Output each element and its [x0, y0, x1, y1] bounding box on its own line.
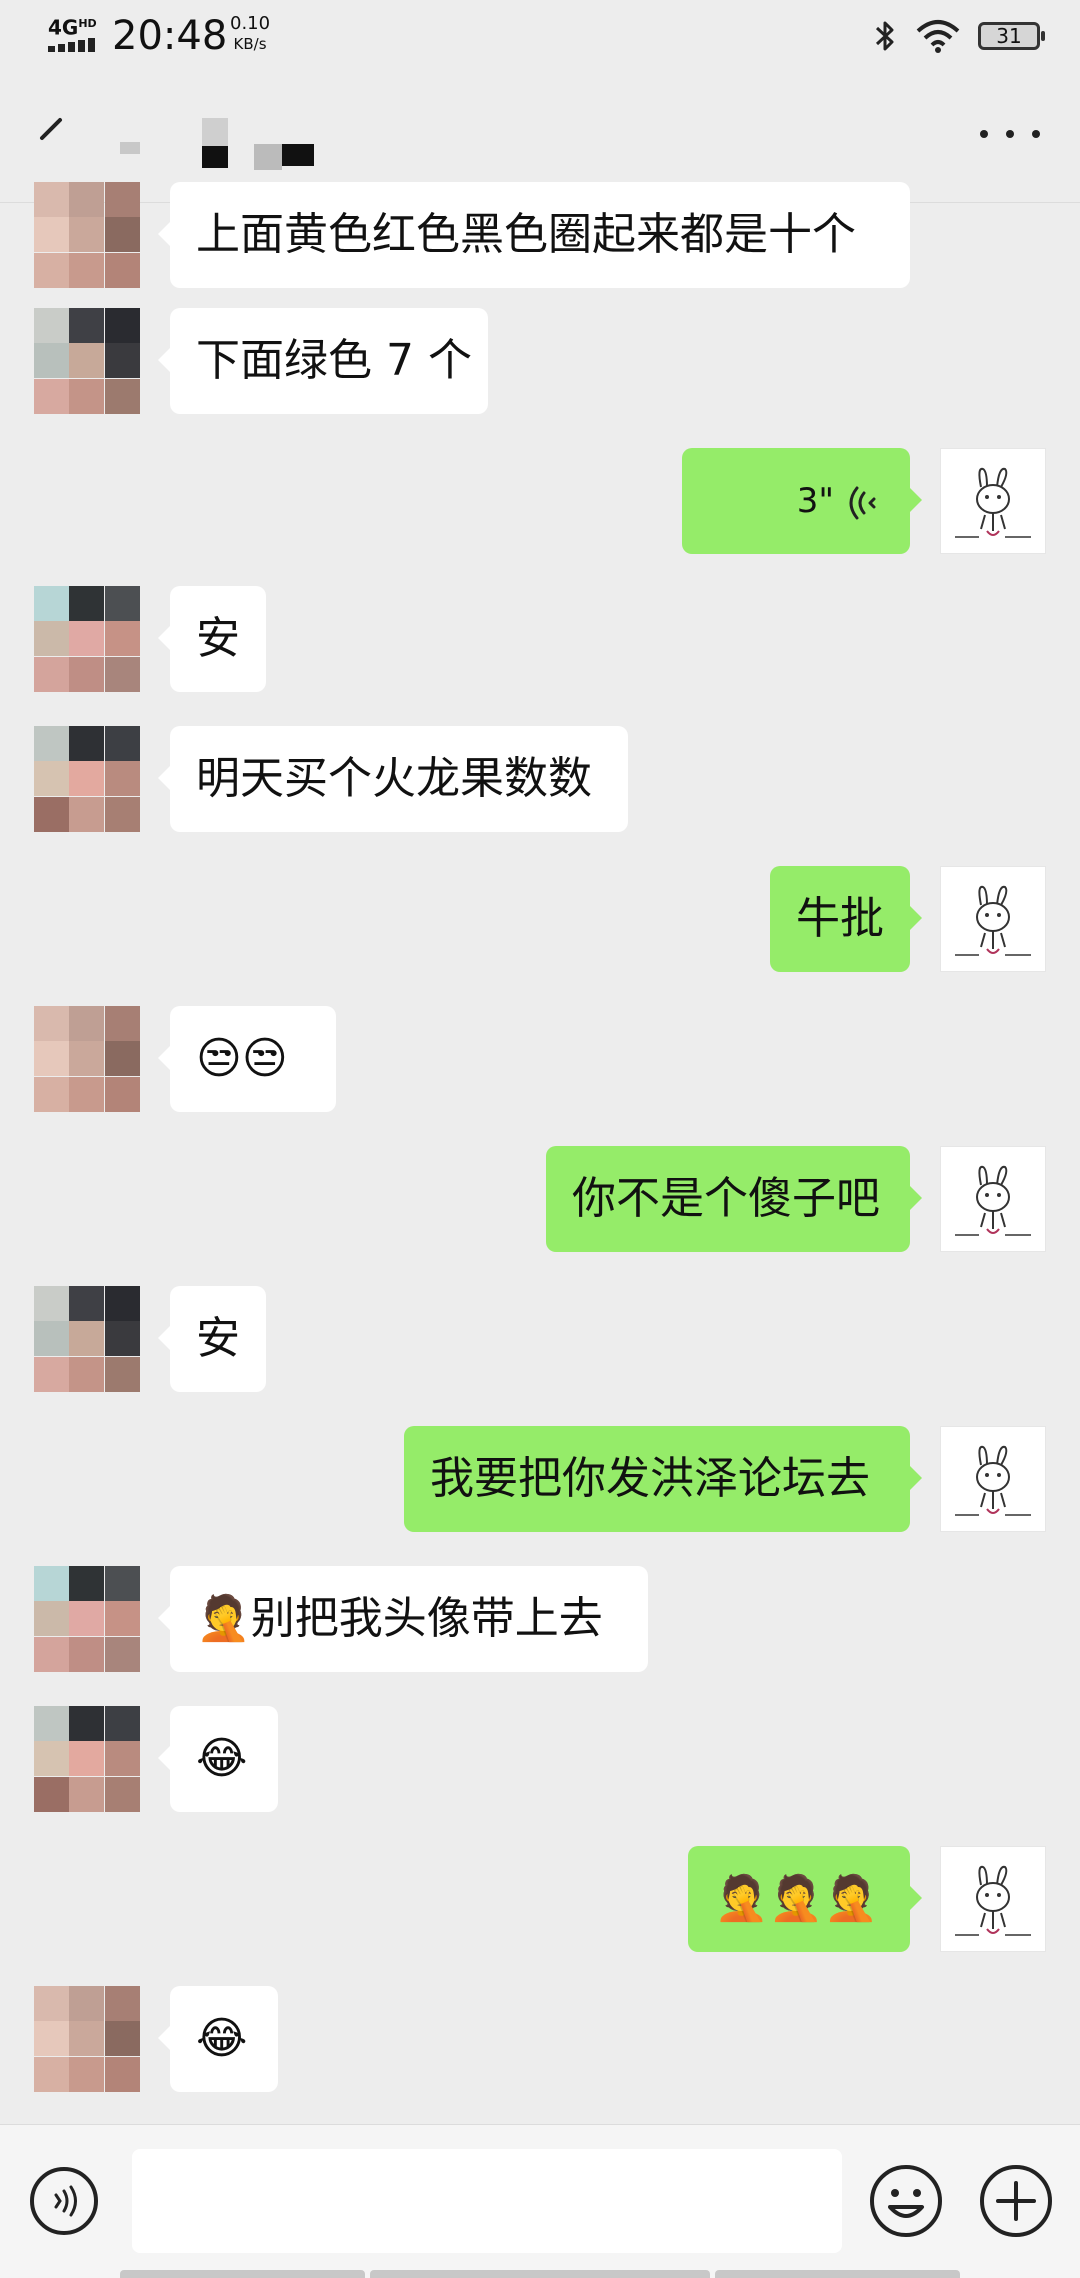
message-text: 牛批 — [796, 893, 884, 944]
message-text: 我要把你发洪泽论坛去 — [430, 1453, 870, 1504]
self-avatar[interactable] — [940, 448, 1046, 554]
message-text: 安 — [196, 613, 240, 664]
message-text: 上面黄色红色黑色圈起来都是十个 — [196, 209, 856, 260]
back-arrow-icon[interactable] — [30, 112, 74, 156]
rabbit-avatar-icon — [955, 885, 1031, 956]
message-bubble[interactable]: 🤦🤦🤦 — [688, 1846, 922, 1952]
network-indicator: 4GHD — [48, 14, 97, 38]
network-type: 4G — [48, 15, 79, 40]
contact-avatar[interactable] — [34, 1006, 140, 1112]
status-bar: 4GHD 20:48 0.10 KB/s 31 — [0, 0, 1080, 72]
voice-message-bubble[interactable]: 3" — [682, 448, 922, 554]
message-bubble[interactable]: 🤦别把我头像带上去 — [158, 1566, 648, 1672]
message-text: 😂 — [196, 2013, 248, 2064]
more-options-icon[interactable] — [980, 124, 1040, 144]
network-speed-value: 0.10 — [230, 13, 271, 34]
network-hd: HD — [78, 17, 97, 30]
contact-avatar[interactable] — [34, 586, 140, 692]
message-bubble[interactable]: 牛批 — [770, 866, 922, 972]
self-avatar[interactable] — [940, 1146, 1046, 1252]
self-avatar[interactable] — [940, 866, 1046, 972]
emoji-icon[interactable] — [868, 2163, 944, 2239]
rabbit-avatar-icon — [955, 467, 1031, 538]
message-text: 3" — [796, 481, 834, 521]
message-bubble[interactable]: 😒😒 — [158, 1006, 336, 1112]
message-text: 😂 — [196, 1733, 248, 1784]
clock: 20:48 — [112, 13, 228, 59]
message-input[interactable] — [132, 2149, 842, 2253]
battery-icon: 31 — [978, 22, 1045, 50]
message-bubble[interactable]: 下面绿色 7 个 — [158, 308, 488, 414]
network-speed-unit: KB/s — [233, 35, 267, 53]
contact-avatar[interactable] — [34, 308, 140, 414]
network-speed: 0.10 KB/s — [230, 14, 270, 54]
voice-wave-icon — [849, 486, 876, 519]
message-text: 🤦🤦🤦 — [714, 1873, 879, 1924]
rabbit-avatar-icon — [955, 1445, 1031, 1516]
message-text: 🤦别把我头像带上去 — [196, 1593, 603, 1644]
message-bubble[interactable]: 上面黄色红色黑色圈起来都是十个 — [158, 182, 910, 288]
signal-icon — [48, 38, 95, 52]
wifi-icon — [916, 20, 960, 53]
message-text: 你不是个傻子吧 — [572, 1173, 880, 1224]
message-text: 安 — [196, 1313, 240, 1364]
contact-avatar[interactable] — [34, 1706, 140, 1812]
contact-avatar[interactable] — [34, 182, 140, 288]
self-avatar[interactable] — [940, 1426, 1046, 1532]
message-bubble[interactable]: 你不是个傻子吧 — [546, 1146, 922, 1252]
message-bubble[interactable]: 明天买个火龙果数数 — [158, 726, 628, 832]
message-bubble[interactable]: 安 — [158, 1286, 266, 1392]
contact-avatar[interactable] — [34, 726, 140, 832]
contact-avatar[interactable] — [34, 1566, 140, 1672]
contact-avatar[interactable] — [34, 1986, 140, 2092]
message-text: 😒😒 — [196, 1033, 288, 1084]
rabbit-avatar-icon — [955, 1865, 1031, 1936]
bluetooth-icon — [875, 21, 894, 51]
message-text: 下面绿色 7 个 — [196, 335, 472, 386]
input-bar — [0, 2124, 1080, 2278]
message-bubble[interactable]: 安 — [158, 586, 266, 692]
status-right: 31 — [872, 14, 1045, 58]
message-text: 明天买个火龙果数数 — [196, 753, 592, 804]
contact-avatar[interactable] — [34, 1286, 140, 1392]
rabbit-avatar-icon — [955, 1165, 1031, 1236]
plus-icon[interactable] — [978, 2163, 1054, 2239]
message-bubble[interactable]: 我要把你发洪泽论坛去 — [404, 1426, 922, 1532]
voice-input-icon[interactable] — [28, 2165, 100, 2237]
message-bubble[interactable]: 😂 — [158, 1986, 278, 2092]
message-bubble[interactable]: 😂 — [158, 1706, 278, 1812]
self-avatar[interactable] — [940, 1846, 1046, 1952]
